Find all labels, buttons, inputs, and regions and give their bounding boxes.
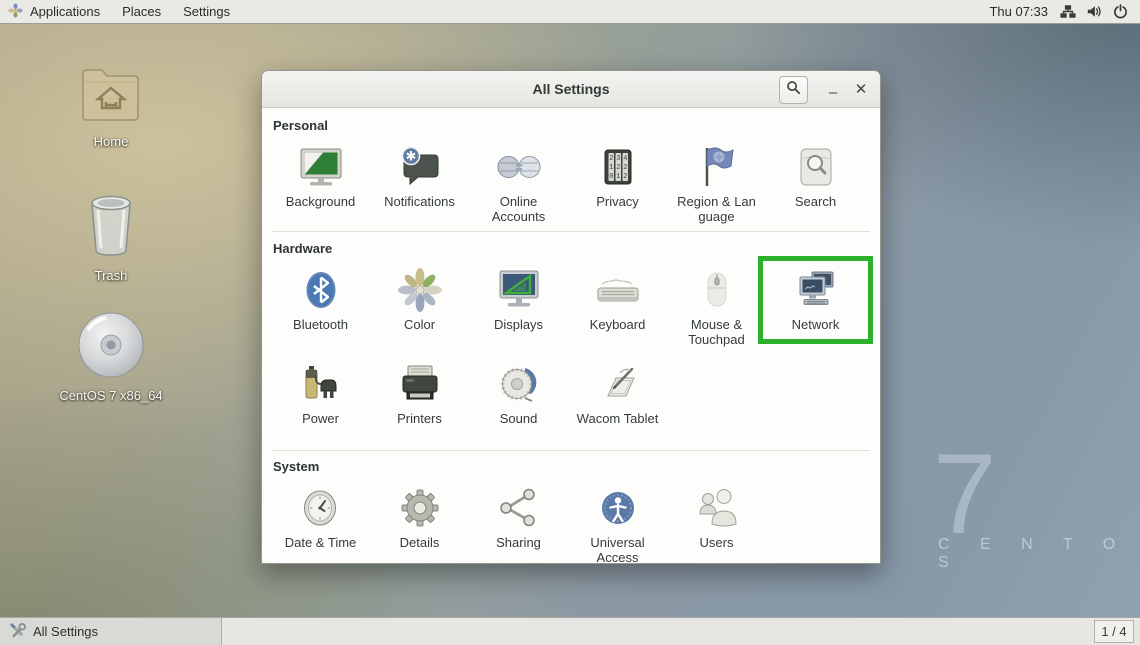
all-settings-window: All Settings – ✕ Personal Background ✱ N… [261,70,881,564]
svg-text:3: 3 [616,155,620,163]
region-language-icon [693,139,741,191]
settings-item-printers[interactable]: Printers [370,356,469,450]
settings-item-region-lan-guage[interactable]: Region & Lan guage [667,139,766,231]
svg-text:2: 2 [609,155,613,163]
desktop-icon-trash[interactable]: Trash [56,190,166,283]
desktop-icon-label: CentOS 7 x86_64 [56,388,166,403]
printers-icon [396,356,444,408]
centos-watermark-brand: C E N T O S [938,536,1140,572]
bottom-taskbar: All Settings 1 / 4 [0,617,1140,645]
system-grid: Date & Time Details Sharing Universal Ac… [271,480,871,568]
search-icon [786,80,801,100]
svg-text:0: 0 [609,173,613,181]
desktop-icon-label: Home [56,134,166,149]
settings-item-background[interactable]: Background [271,139,370,231]
menu-places[interactable]: Places [111,0,172,23]
settings-item-search[interactable]: Search [766,139,865,231]
search-tile-icon [792,139,840,191]
menu-applications[interactable]: Applications [19,0,111,23]
svg-text:4: 4 [623,155,627,163]
settings-item-color[interactable]: Color [370,262,469,356]
network-status-icon[interactable] [1058,0,1078,23]
settings-item-privacy[interactable]: 234 122 012 Privacy [568,139,667,231]
settings-item-mouse-touchpad[interactable]: Mouse & Touchpad [667,262,766,356]
sharing-icon [495,480,543,532]
section-separator [272,231,870,232]
top-panel: Applications Places Settings Thu 07:33 [0,0,1140,24]
svg-text:2: 2 [616,164,620,172]
svg-text:✱: ✱ [405,149,416,164]
details-icon [396,480,444,532]
svg-text:2: 2 [623,164,627,172]
settings-item-displays[interactable]: Displays [469,262,568,356]
sound-icon [495,356,543,408]
settings-item-sound[interactable]: Sound [469,356,568,450]
color-icon [396,262,444,314]
settings-item-wacom-tablet[interactable]: Wacom Tablet [568,356,667,450]
titlebar-search-button[interactable] [779,76,808,104]
notifications-icon: ✱ [396,139,444,191]
settings-content: Personal Background ✱ Notifications Onli… [262,108,880,568]
svg-text:2: 2 [623,173,627,181]
mouse-touchpad-icon [693,262,741,314]
users-icon [693,480,741,532]
displays-icon [495,262,543,314]
taskbar-item-all-settings[interactable]: All Settings [0,618,222,645]
window-titlebar[interactable]: All Settings – ✕ [262,71,880,108]
privacy-icon: 234 122 012 [594,139,642,191]
settings-item-date-time[interactable]: Date & Time [271,480,370,568]
keyboard-icon [594,262,642,314]
trash-icon [80,247,142,264]
settings-item-details[interactable]: Details [370,480,469,568]
power-icon[interactable] [1110,0,1130,23]
volume-icon[interactable] [1084,0,1104,23]
settings-item-network[interactable]: Network [766,262,865,356]
network-icon [792,262,840,314]
close-button[interactable]: ✕ [848,71,874,107]
bluetooth-icon [297,262,345,314]
hardware-grid: Bluetooth Color Displays Keyboard Mouse … [271,262,871,450]
background-icon [297,139,345,191]
online-accounts-icon [495,139,543,191]
section-header-system: System [273,459,873,474]
panel-clock[interactable]: Thu 07:33 [979,4,1058,19]
settings-item-notifications[interactable]: ✱ Notifications [370,139,469,231]
settings-item-keyboard[interactable]: Keyboard [568,262,667,356]
home-folder-icon [77,113,145,130]
personal-grid: Background ✱ Notifications Online Accoun… [271,139,871,231]
settings-item-online-accounts[interactable]: Online Accounts [469,139,568,231]
desktop-icon-label: Trash [56,268,166,283]
wacom-tablet-icon [594,356,642,408]
minimize-button[interactable]: – [820,71,846,107]
settings-item-users[interactable]: Users [667,480,766,568]
svg-text:1: 1 [616,173,620,181]
section-header-personal: Personal [273,118,873,133]
close-icon: ✕ [855,80,868,98]
minimize-icon: – [829,84,837,101]
settings-item-universal-access[interactable]: Universal Access [568,480,667,568]
desktop-icon-home[interactable]: Home [56,64,166,149]
menu-settings[interactable]: Settings [172,0,241,23]
centos-watermark-numeral: 7 [933,438,996,552]
settings-item-power[interactable]: Power [271,356,370,450]
section-separator [272,450,870,451]
svg-text:1: 1 [609,164,613,172]
date-time-icon [297,480,345,532]
taskbar-item-label: All Settings [33,624,98,639]
desktop-icon-centos-cd[interactable]: CentOS 7 x86_64 [56,310,166,403]
tools-icon [9,622,26,642]
cd-disc-icon [76,367,146,384]
section-header-hardware: Hardware [273,241,873,256]
settings-item-bluetooth[interactable]: Bluetooth [271,262,370,356]
settings-item-sharing[interactable]: Sharing [469,480,568,568]
universal-access-icon [594,480,642,532]
power-icon [297,356,345,408]
workspace-indicator[interactable]: 1 / 4 [1094,620,1134,643]
